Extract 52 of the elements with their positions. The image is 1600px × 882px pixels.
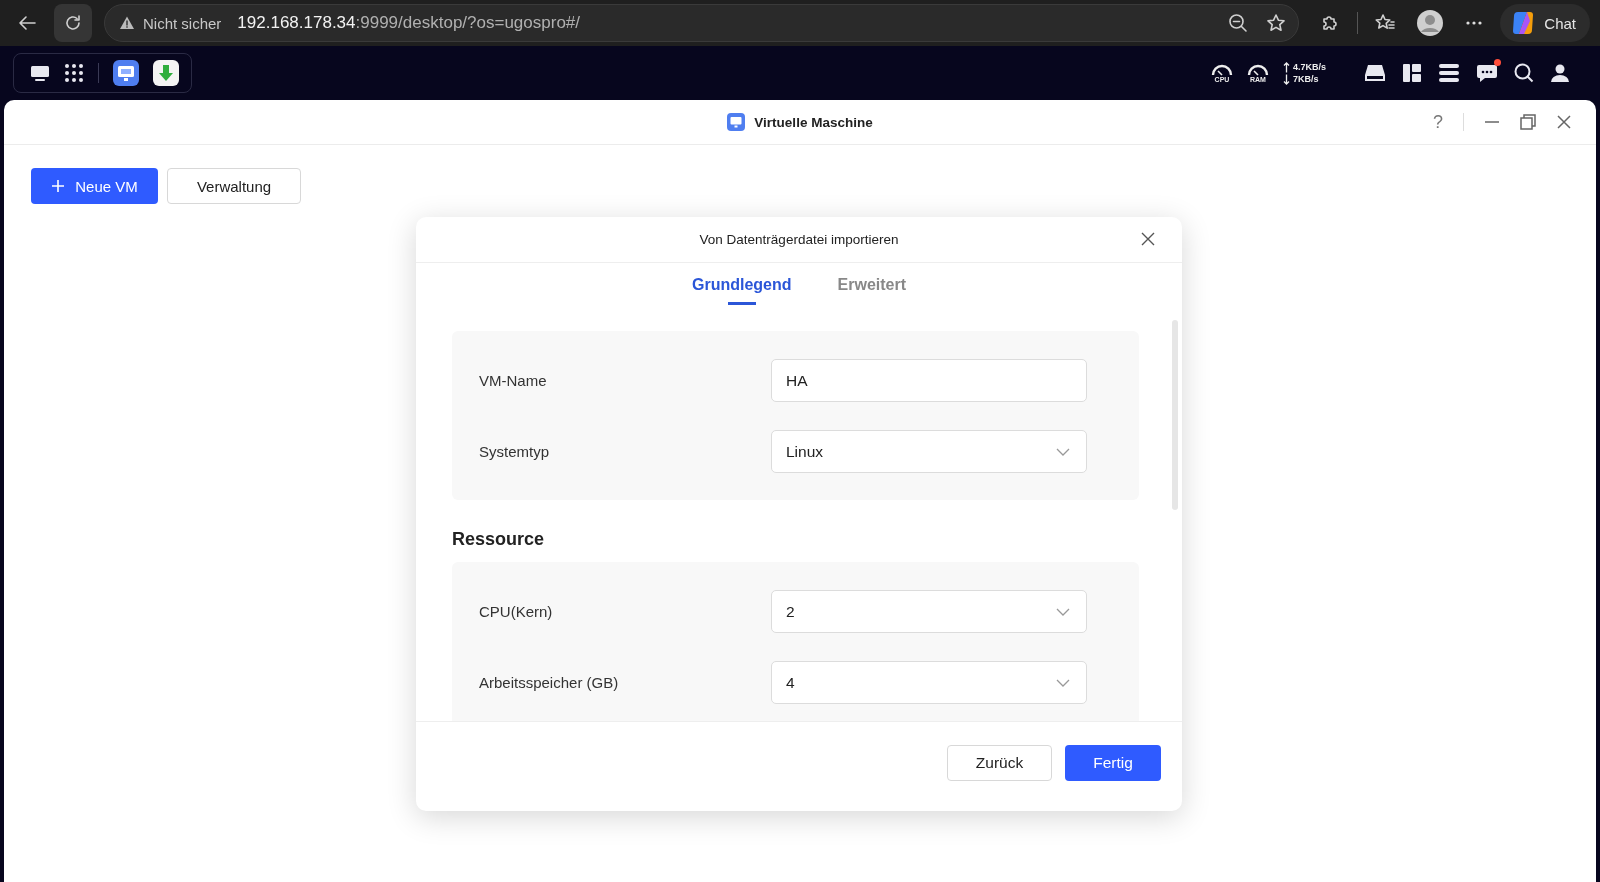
dropdown[interactable]: 4 xyxy=(771,661,1087,704)
dropdown[interactable]: Linux xyxy=(771,430,1087,473)
star-icon[interactable] xyxy=(1266,13,1287,33)
upload-speed: 4.7KB/s xyxy=(1292,62,1326,72)
cpu-gauge-icon xyxy=(1210,62,1233,76)
field-label: CPU(Kern) xyxy=(479,603,553,620)
scrollbar-thumb[interactable] xyxy=(1172,320,1178,510)
chat-button[interactable]: Chat xyxy=(1500,4,1590,42)
storage-icon[interactable] xyxy=(1364,63,1386,83)
reload-button[interactable] xyxy=(54,4,92,42)
ram-gauge-icon xyxy=(1246,62,1269,76)
maximize-icon[interactable] xyxy=(1520,114,1536,130)
dialog-title: Von Datenträgerdatei importieren xyxy=(699,232,899,247)
download-speed: 7KB/s xyxy=(1292,74,1319,84)
vm-app-icon xyxy=(727,113,746,131)
help-button[interactable]: ? xyxy=(1433,111,1443,133)
field-label: Arbeitsspeicher (GB) xyxy=(479,674,619,691)
field-label: Systemtyp xyxy=(479,443,550,460)
reload-icon xyxy=(63,13,83,33)
search-icon[interactable] xyxy=(1514,63,1534,83)
desktop-icon[interactable] xyxy=(30,64,50,82)
close-icon[interactable] xyxy=(1141,232,1155,246)
url-text: 192.168.178.34:9999/desktop/?os=ugospro#/ xyxy=(237,13,580,33)
download-app-icon[interactable] xyxy=(153,60,179,86)
user-icon[interactable] xyxy=(1550,63,1570,83)
chevron-down-icon xyxy=(1056,607,1070,616)
chevron-down-icon xyxy=(1056,678,1070,687)
avatar-icon[interactable] xyxy=(1416,9,1445,37)
list-settings-icon[interactable] xyxy=(1438,63,1460,83)
address-bar[interactable]: Nicht sicher 192.168.178.34:9999/desktop/?os=ugospro#/ xyxy=(104,4,1300,42)
upload-arrow-icon xyxy=(1282,61,1290,73)
section-heading: Ressource xyxy=(452,529,546,550)
security-label: Nicht sicher xyxy=(143,14,222,32)
message-icon[interactable] xyxy=(1476,63,1498,83)
field-label: VM-Name xyxy=(479,372,547,389)
new-vm-button[interactable]: Neue VM xyxy=(31,168,158,204)
chevron-down-icon xyxy=(1056,447,1070,456)
dropdown[interactable]: 2 xyxy=(771,590,1087,633)
download-arrow-icon xyxy=(1282,73,1290,85)
app-grid-icon[interactable] xyxy=(64,63,84,83)
window-title: Virtuelle Maschine xyxy=(754,114,873,130)
finish-button[interactable]: Fertig xyxy=(1065,744,1161,781)
back-button[interactable]: Zurück xyxy=(947,744,1052,781)
text-field[interactable]: HA xyxy=(771,359,1087,402)
management-button[interactable]: Verwaltung xyxy=(167,168,301,204)
close-icon[interactable] xyxy=(1556,114,1572,130)
plus-icon xyxy=(51,179,66,193)
tab[interactable]: Erweitert xyxy=(837,263,906,305)
zoom-out-icon[interactable] xyxy=(1228,13,1249,33)
panel-icon[interactable] xyxy=(1402,63,1422,83)
warning-icon xyxy=(119,15,135,31)
vm-app-icon[interactable] xyxy=(113,60,139,86)
